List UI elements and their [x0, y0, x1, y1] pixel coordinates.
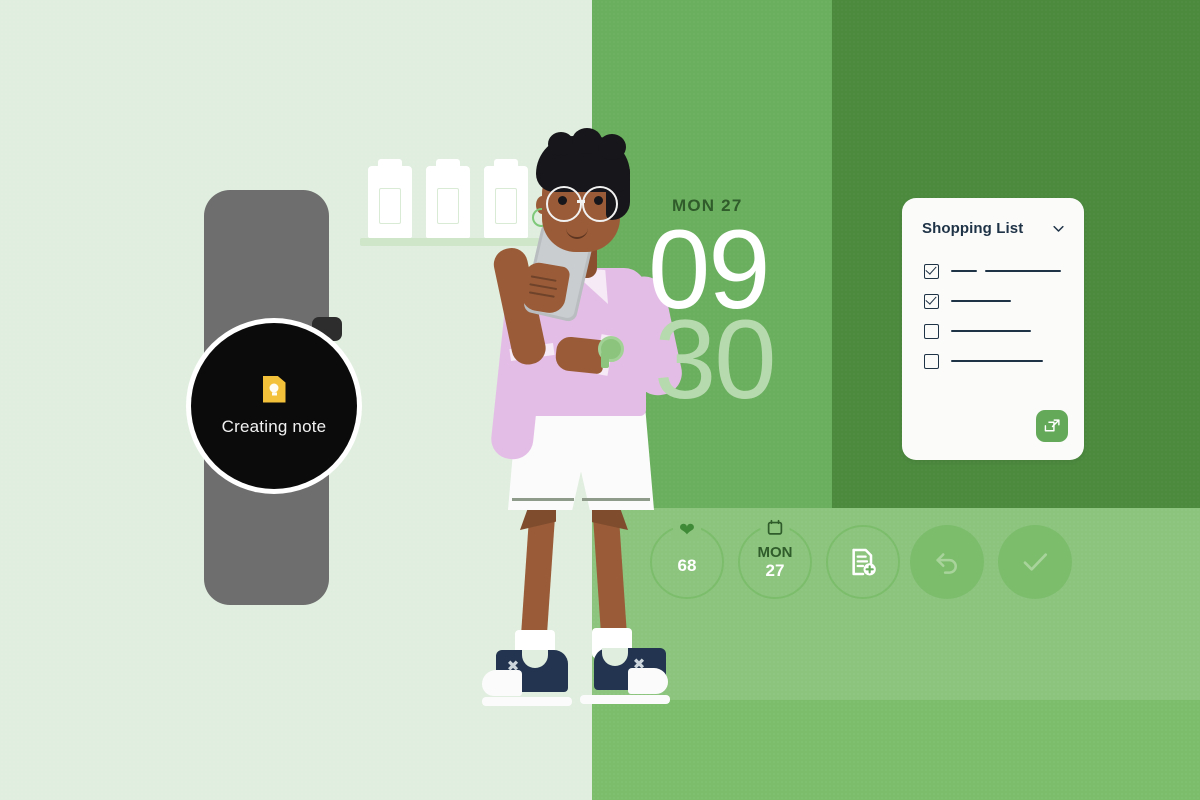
clock-minute: 30	[654, 297, 777, 422]
undo-icon	[936, 553, 957, 574]
hair-curl	[598, 134, 626, 160]
checkbox-unchecked-icon[interactable]	[924, 353, 939, 369]
right-sneaker: ✖	[576, 644, 672, 704]
lace-x-icon: ✖	[506, 658, 520, 675]
shopping-list-card[interactable]: Shopping List	[902, 198, 1084, 460]
list-item[interactable]	[924, 290, 1068, 312]
list-item[interactable]	[924, 320, 1068, 342]
list-item[interactable]	[924, 260, 1068, 282]
open-in-new-icon	[1044, 418, 1060, 431]
confirm-tile[interactable]	[998, 525, 1072, 599]
calendar-day-of-week: MON	[757, 543, 793, 561]
eyeglass-bridge	[577, 200, 585, 203]
shorts-hem-left	[512, 498, 574, 501]
checkbox-checked-icon[interactable]	[924, 263, 939, 279]
shorts-hem-right	[582, 498, 650, 501]
smartwatch[interactable]: Creating note	[186, 190, 366, 605]
card-title: Shopping List	[922, 220, 1024, 237]
card-header: Shopping List	[922, 220, 1066, 237]
heart-rate-tile[interactable]: ❤ 68	[650, 521, 724, 599]
right-hand	[554, 335, 606, 375]
note-add-icon	[852, 548, 876, 576]
eye-left	[558, 196, 567, 205]
check-icon	[1023, 553, 1047, 571]
clock-widget: MON 27 09 30	[648, 196, 818, 416]
heart-icon: ❤	[673, 521, 701, 540]
calendar-tile[interactable]: MON 27	[738, 519, 812, 599]
heart-rate-value: 68	[677, 556, 697, 575]
checkbox-unchecked-icon[interactable]	[924, 323, 939, 339]
calendar-day-number: 27	[765, 560, 785, 580]
watch-status-text: Creating note	[221, 416, 327, 436]
left-sneaker: ✖	[478, 646, 574, 706]
google-keep-icon	[262, 375, 286, 403]
background-panel-bottom-left	[592, 700, 1200, 800]
quick-actions-strip: ❤ 68 MON 27	[650, 519, 1090, 603]
chevron-down-icon[interactable]	[1051, 221, 1066, 236]
lace-x-icon: ✖	[632, 656, 646, 673]
checkbox-checked-icon[interactable]	[924, 293, 939, 309]
person-illustration: ✖ ✖	[360, 128, 686, 706]
watch-screen[interactable]: Creating note	[191, 323, 357, 489]
illustration-canvas: Creating note ✖ ✖ MON 27 09 30 Shopping …	[0, 0, 1200, 800]
open-in-new-button[interactable]	[1036, 410, 1068, 442]
checklist	[924, 260, 1068, 380]
new-note-tile[interactable]	[826, 525, 900, 599]
eye-right	[594, 196, 603, 205]
hair-curl	[548, 132, 574, 156]
calendar-icon	[760, 519, 790, 541]
list-item[interactable]	[924, 350, 1068, 372]
undo-tile[interactable]	[910, 525, 984, 599]
worn-smartwatch-band	[601, 352, 609, 368]
